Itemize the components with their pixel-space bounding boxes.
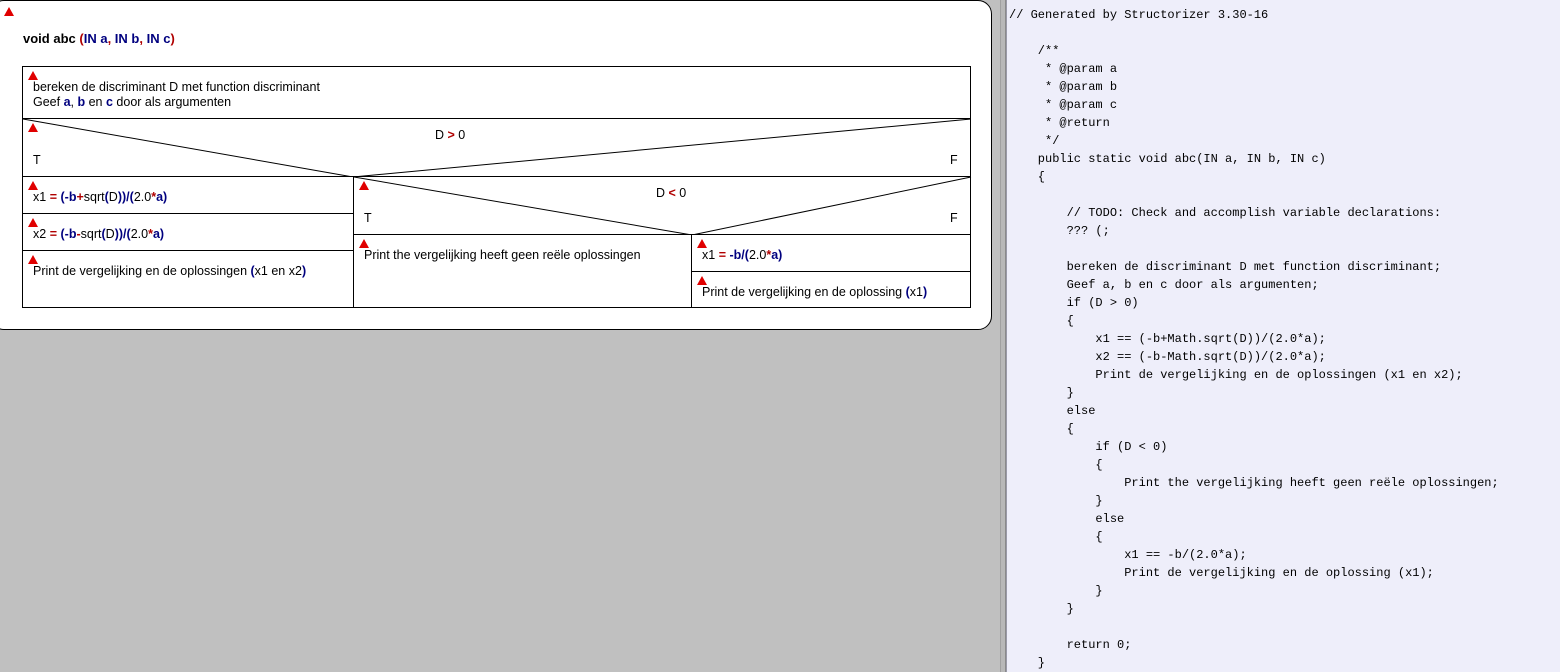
code-line: else bbox=[1009, 404, 1096, 418]
code-line: { bbox=[1009, 458, 1103, 472]
element-marker-icon bbox=[697, 276, 707, 285]
code-line: * @param b bbox=[1009, 80, 1118, 94]
diagram-panel: void abc (IN a, IN b, IN c) bereken de d… bbox=[0, 0, 1000, 672]
code-line: x2 == (-b-Math.sqrt(D))/(2.0*a); bbox=[1009, 350, 1326, 364]
print-two-solutions-text: Print de vergelijking en de oplossingen … bbox=[33, 264, 307, 278]
code-line: * @param a bbox=[1009, 62, 1118, 76]
if-outer-true-label: T bbox=[33, 153, 41, 167]
print-two-solutions[interactable]: Print de vergelijking en de oplossingen … bbox=[22, 250, 354, 308]
element-marker-icon bbox=[28, 218, 38, 227]
if-inner-false-label: F bbox=[950, 211, 958, 225]
instruction-line-2: Geef a, b en c door als argumenten bbox=[33, 95, 232, 109]
if-inner-header[interactable]: D < 0 T F bbox=[353, 176, 972, 236]
code-line: ??? (; bbox=[1009, 224, 1110, 238]
code-line: x1 == -b/(2.0*a); bbox=[1009, 548, 1247, 562]
code-line: if (D > 0) bbox=[1009, 296, 1139, 310]
print-one-solution-text: Print de vergelijking en de oplossing (x… bbox=[702, 285, 928, 299]
print-no-solutions-text: Print the vergelijking heeft geen reële … bbox=[364, 248, 641, 262]
print-one-solution[interactable]: Print de vergelijking en de oplossing (x… bbox=[691, 271, 971, 308]
code-line: if (D < 0) bbox=[1009, 440, 1168, 454]
instruction-line-1: bereken de discriminant D met function d… bbox=[33, 80, 320, 94]
element-marker-icon bbox=[697, 239, 707, 248]
element-marker-icon bbox=[4, 7, 14, 16]
code-line: /** bbox=[1009, 44, 1060, 58]
code-line: x1 == (-b+Math.sqrt(D))/(2.0*a); bbox=[1009, 332, 1326, 346]
if-outer-false-label: F bbox=[950, 153, 958, 167]
code-line: * @param c bbox=[1009, 98, 1118, 112]
if-outer-condition: D > 0 bbox=[435, 128, 466, 142]
code-line: { bbox=[1009, 422, 1074, 436]
if-outer-diagonals bbox=[22, 118, 972, 178]
code-line: } bbox=[1009, 584, 1103, 598]
x2-assignment-text: x2 = (-b-sqrt(D))/(2.0*a) bbox=[33, 227, 165, 241]
program-title[interactable]: void abc (IN a, IN b, IN c) bbox=[23, 31, 175, 46]
element-marker-icon bbox=[359, 181, 369, 190]
code-line: } bbox=[1009, 602, 1074, 616]
element-marker-icon bbox=[28, 181, 38, 190]
code-line: } bbox=[1009, 386, 1074, 400]
code-line: Print de vergelijking en de oplossingen … bbox=[1009, 368, 1463, 382]
if-outer-header[interactable]: D > 0 T F bbox=[22, 118, 972, 178]
code-line: { bbox=[1009, 530, 1103, 544]
x1-assignment-text: x1 = (-b+sqrt(D))/(2.0*a) bbox=[33, 190, 168, 204]
if-inner-condition: D < 0 bbox=[656, 186, 687, 200]
element-marker-icon bbox=[359, 239, 369, 248]
x1-assignment[interactable]: x1 = (-b+sqrt(D))/(2.0*a) bbox=[22, 176, 354, 214]
x1-single-assignment-text: x1 = -b/(2.0*a) bbox=[702, 248, 783, 262]
code-preview-panel[interactable]: // Generated by Structorizer 3.30-16 /**… bbox=[1006, 0, 1560, 672]
diagram-canvas[interactable]: void abc (IN a, IN b, IN c) bereken de d… bbox=[0, 0, 992, 330]
code-line: Print the vergelijking heeft geen reële … bbox=[1009, 476, 1499, 490]
x2-assignment[interactable]: x2 = (-b-sqrt(D))/(2.0*a) bbox=[22, 213, 354, 251]
element-marker-icon bbox=[28, 255, 38, 264]
if-inner-true-label: T bbox=[364, 211, 372, 225]
code-line: else bbox=[1009, 512, 1125, 526]
code-line: * @return bbox=[1009, 116, 1110, 130]
code-line: // TODO: Check and accomplish variable d… bbox=[1009, 206, 1442, 220]
print-no-solutions[interactable]: Print the vergelijking heeft geen reële … bbox=[353, 234, 692, 308]
instruction-block[interactable]: bereken de discriminant D met function d… bbox=[22, 66, 971, 119]
code-line: // Generated by Structorizer 3.30-16 bbox=[1009, 8, 1269, 22]
code-line: { bbox=[1009, 170, 1046, 184]
code-line: public static void abc(IN a, IN b, IN c) bbox=[1009, 152, 1326, 166]
code-line: { bbox=[1009, 314, 1074, 328]
code-line: return 0; bbox=[1009, 638, 1132, 652]
x1-single-assignment[interactable]: x1 = -b/(2.0*a) bbox=[691, 234, 971, 272]
code-line: } bbox=[1009, 656, 1046, 670]
code-line: Print de vergelijking en de oplossing (x… bbox=[1009, 566, 1434, 580]
code-line: } bbox=[1009, 494, 1103, 508]
code-line: Geef a, b en c door als argumenten; bbox=[1009, 278, 1319, 292]
element-marker-icon bbox=[28, 71, 38, 80]
element-marker-icon bbox=[28, 123, 38, 132]
code-lines: // Generated by Structorizer 3.30-16 /**… bbox=[1009, 8, 1499, 672]
code-line: */ bbox=[1009, 134, 1060, 148]
code-line: bereken de discriminant D met function d… bbox=[1009, 260, 1442, 274]
